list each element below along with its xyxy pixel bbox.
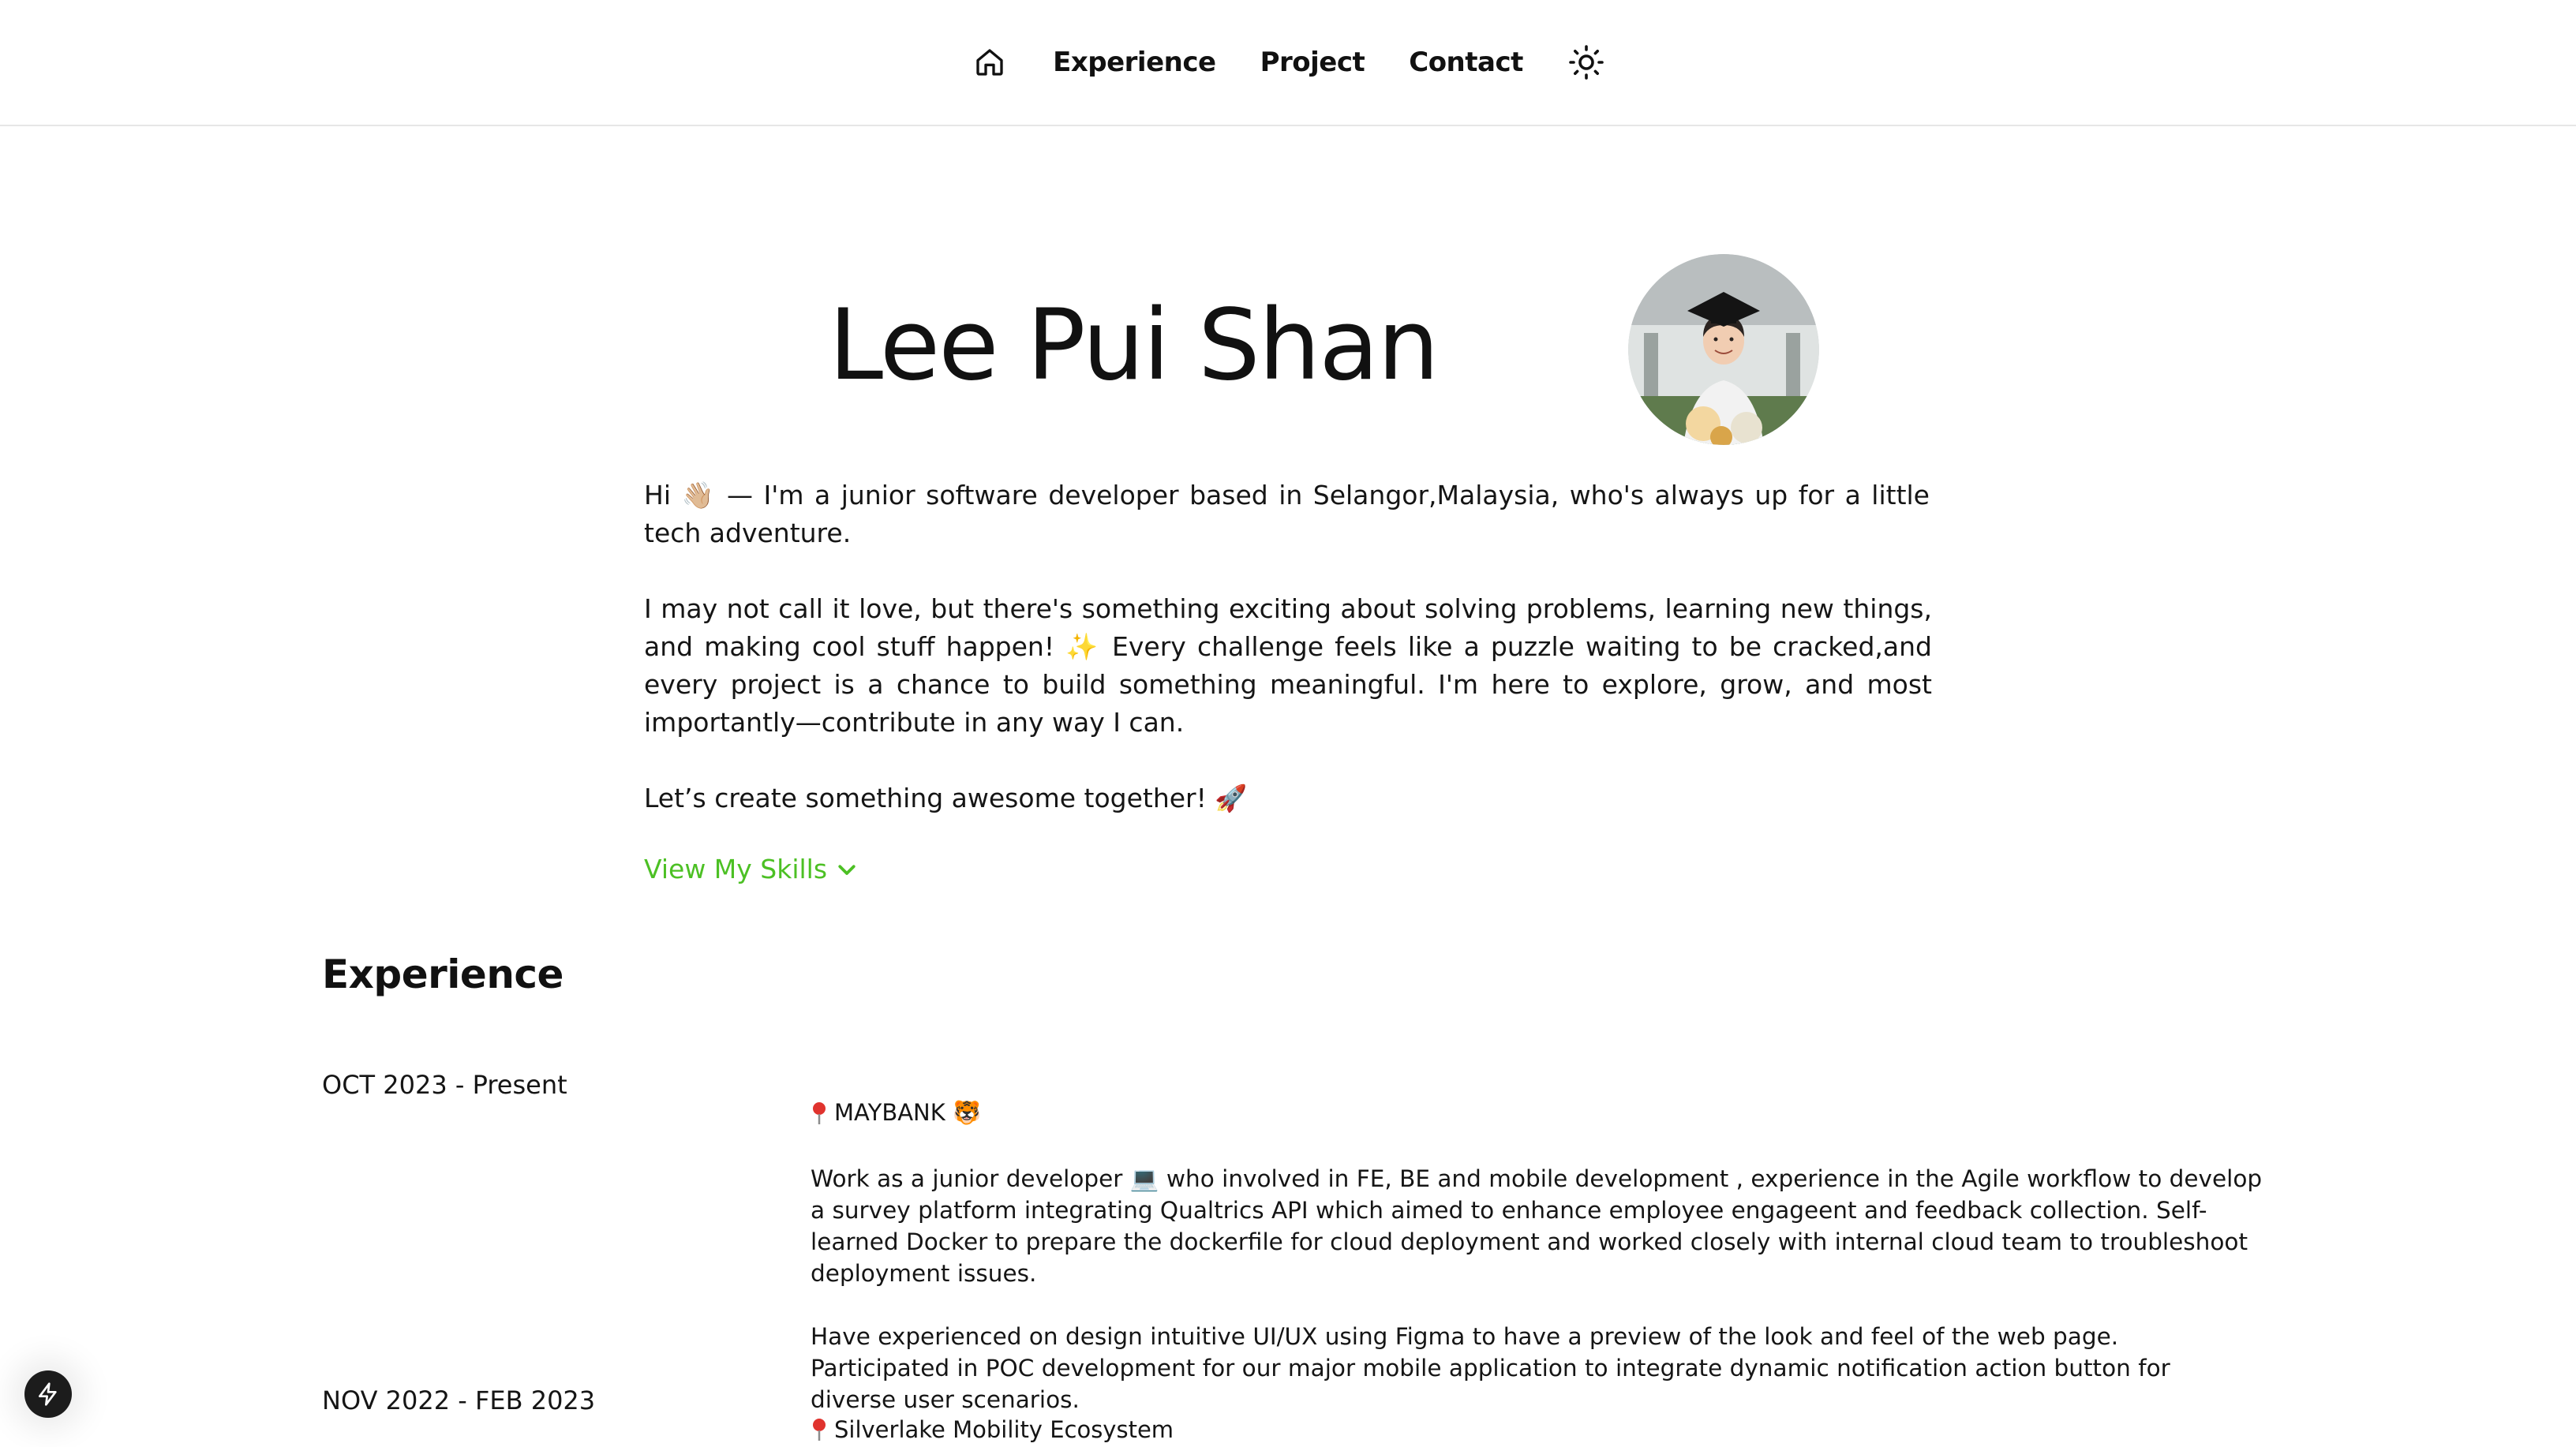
chevron-down-icon [838, 864, 856, 875]
experience-paragraph-1: Work as a junior developer 💻 who involve… [811, 1165, 2263, 1287]
intro-paragraph-1: Hi 👋🏼 — I'm a junior software developer … [644, 480, 1930, 548]
nav-link-contact[interactable]: Contact [1409, 47, 1523, 78]
pin-icon [813, 1419, 826, 1441]
experience-company: Silverlake Mobility Ecosystem [811, 1416, 1174, 1443]
company-name: MAYBANK 🐯 [834, 1099, 982, 1126]
experience-paragraph-2: Have experienced on design intuitive UI/… [811, 1323, 2170, 1413]
lightning-icon [39, 1382, 57, 1406]
sun-icon[interactable] [1567, 43, 1605, 81]
experience-date: NOV 2022 - FEB 2023 [322, 1385, 596, 1415]
experience-description: Work as a junior developer 💻 who involve… [811, 1163, 2263, 1447]
avatar [1628, 254, 1819, 445]
home-icon[interactable] [971, 43, 1009, 81]
page-title: Lee Pui Shan [829, 289, 1440, 402]
intro-text: Hi 👋🏼 — I'm a junior software developer … [644, 477, 1932, 855]
pin-icon [813, 1101, 826, 1124]
lightning-button[interactable] [24, 1370, 72, 1418]
experience-heading: Experience [322, 952, 564, 997]
top-nav: Experience Project Contact [0, 0, 2576, 126]
intro-paragraph-3: Let’s create something awesome together!… [644, 783, 1248, 813]
experience-company: MAYBANK 🐯 [811, 1099, 981, 1127]
view-skills-link[interactable]: View My Skills [644, 854, 859, 884]
experience-date: OCT 2023 - Present [322, 1070, 567, 1100]
intro-paragraph-2: I may not call it love, but there's some… [644, 593, 1932, 738]
nav-link-experience[interactable]: Experience [1053, 47, 1216, 78]
nav-link-project[interactable]: Project [1260, 47, 1365, 78]
view-skills-label: View My Skills [644, 854, 828, 884]
company-name: Silverlake Mobility Ecosystem [834, 1416, 1174, 1443]
